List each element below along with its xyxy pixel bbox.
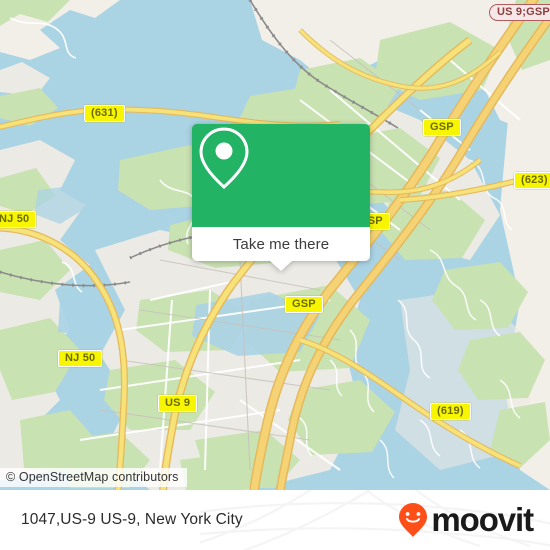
moovit-brand[interactable]: moovit — [398, 490, 534, 550]
popup-pointer — [270, 261, 292, 271]
shield-us9: US 9 — [158, 395, 198, 412]
shield-gsp-south: GSP — [285, 296, 323, 313]
address-label: 1047,US-9 US-9, New York City — [21, 511, 243, 528]
screenshot-root: US 9;GSP (631) GSP (623) NJ 50 GSP GSP N… — [0, 0, 550, 550]
shield-623: (623) — [514, 172, 550, 189]
moovit-wordmark: moovit — [431, 500, 534, 538]
take-me-there-button[interactable]: Take me there — [192, 227, 370, 261]
map-attribution[interactable]: © OpenStreetMap contributors — [0, 468, 187, 487]
map-canvas[interactable]: US 9;GSP (631) GSP (623) NJ 50 GSP GSP N… — [0, 0, 550, 490]
location-popup-card[interactable]: Take me there — [192, 124, 370, 271]
shield-631: (631) — [84, 105, 125, 122]
shield-nj50-west: NJ 50 — [0, 211, 37, 228]
moovit-pin-icon — [399, 503, 428, 537]
popup-icon-area — [192, 124, 370, 227]
map-pin-icon — [199, 127, 249, 190]
shield-619: (619) — [430, 403, 471, 420]
footer-bar: 1047,US-9 US-9, New York City moovit — [0, 490, 550, 550]
shield-gsp-north: GSP — [423, 119, 461, 136]
shield-nj50-south: NJ 50 — [58, 350, 103, 367]
shield-us9-gsp: US 9;GSP — [489, 4, 550, 21]
